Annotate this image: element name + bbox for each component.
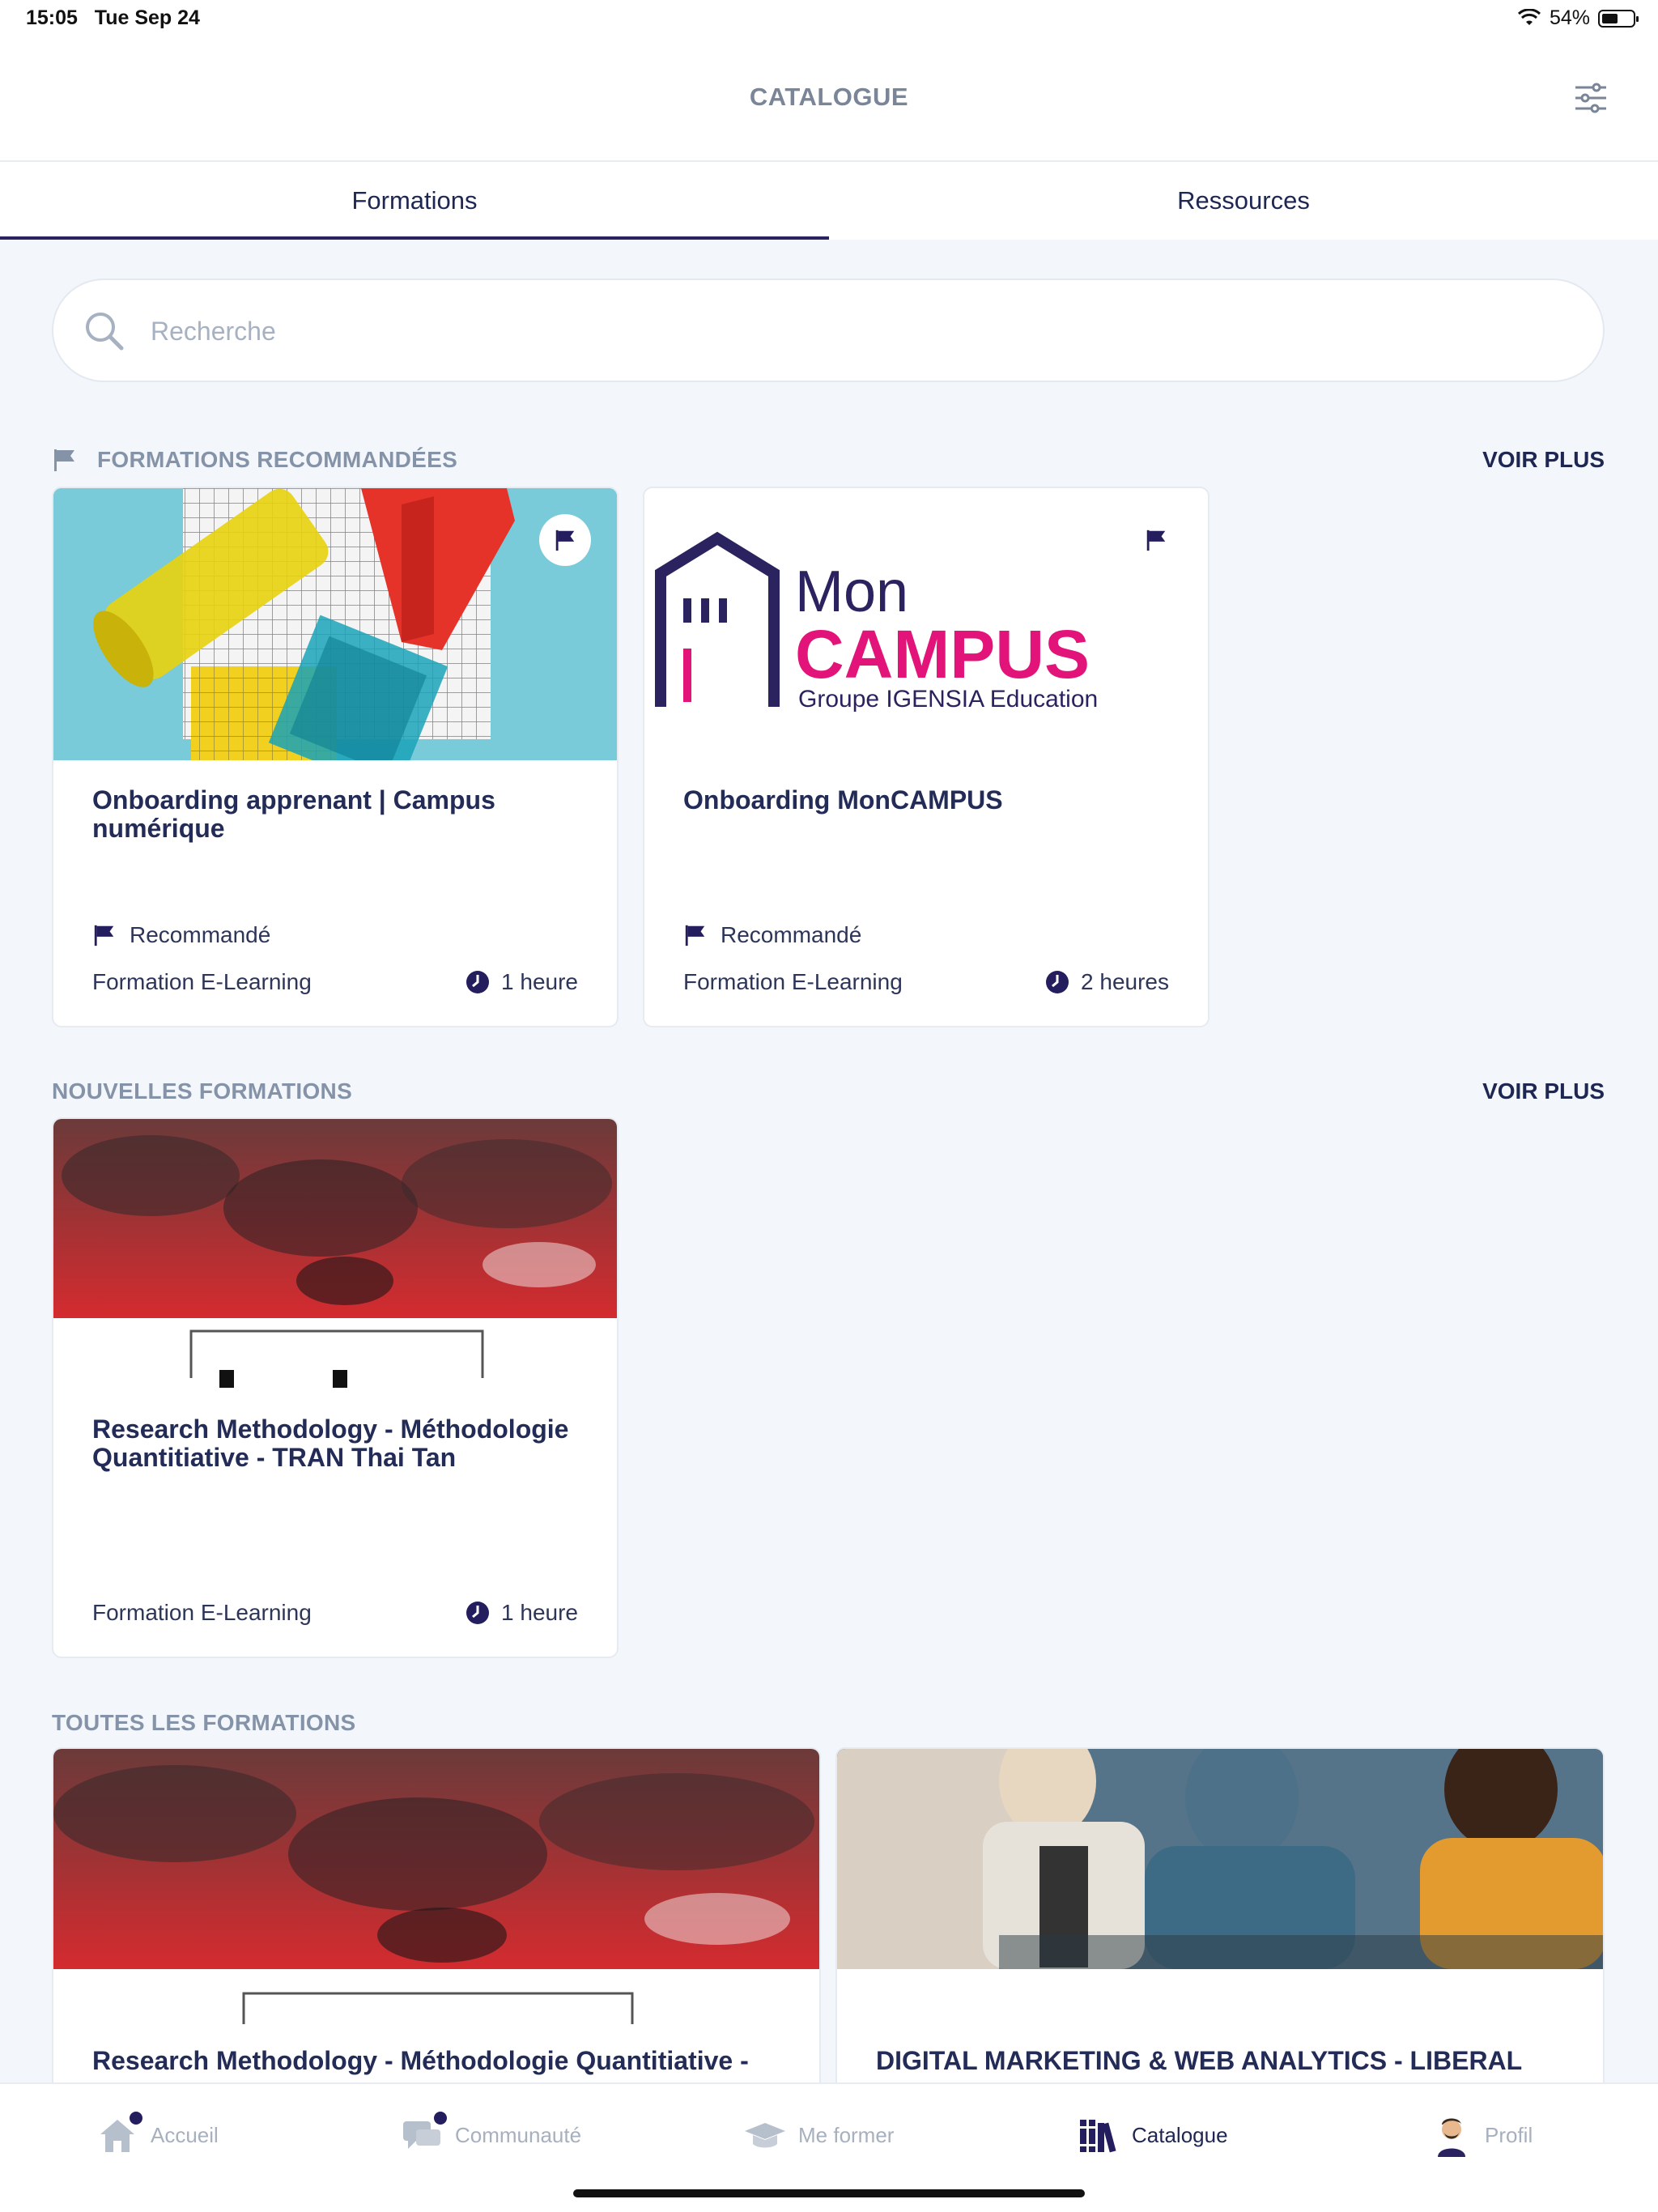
section-title: TOUTES LES FORMATIONS: [52, 1710, 356, 1735]
page-header: CATALOGUE: [0, 39, 1658, 162]
flag-icon: [1146, 530, 1166, 551]
clock-icon: [1046, 971, 1069, 993]
recommended-flag-button[interactable]: [539, 514, 591, 566]
tabbar-label: Communauté: [455, 2122, 582, 2147]
search-input[interactable]: [151, 304, 1527, 358]
section-recommended-header: FORMATIONS RECOMMANDÉES VOIR PLUS: [52, 444, 1605, 476]
course-type: Formation E-Learning: [683, 969, 903, 994]
course-card[interactable]: Onboarding apprenant | Campus numérique …: [52, 487, 619, 1027]
segment-tabs: Formations Ressources: [0, 162, 1658, 240]
course-title: Onboarding MonCAMPUS: [683, 785, 1003, 815]
tabbar-item-profil[interactable]: Profil: [1430, 2113, 1533, 2157]
tab-ressources[interactable]: Ressources: [829, 162, 1658, 240]
avatar-icon: [1430, 2113, 1473, 2157]
flag-icon: [54, 449, 74, 471]
course-title: DIGITAL MARKETING & WEB ANALYTICS - LIBE…: [876, 2047, 1522, 2075]
course-type: Formation E-Learning: [92, 969, 312, 994]
course-card[interactable]: Mon CAMPUS Groupe IGENSIA Education Onbo…: [643, 487, 1209, 1027]
clock-icon: [466, 971, 490, 993]
tabbar-item-me-former[interactable]: Me former: [743, 2113, 894, 2157]
graduation-cap-icon: [743, 2113, 787, 2157]
flag-icon: [555, 530, 575, 551]
course-type: Formation E-Learning: [92, 1600, 312, 1625]
section-title: NOUVELLES FORMATIONS: [52, 1078, 353, 1104]
section-new-header: NOUVELLES FORMATIONS VOIR PLUS: [52, 1075, 1605, 1108]
tabbar-label: Profil: [1485, 2122, 1533, 2147]
flag-icon: [94, 925, 114, 946]
voir-plus-link[interactable]: VOIR PLUS: [1482, 1078, 1605, 1104]
tabbar-label: Me former: [798, 2122, 895, 2147]
course-thumbnail: [53, 1749, 819, 2024]
logo-subtitle: Groupe IGENSIA Education: [798, 686, 1098, 713]
status-right: 54%: [1517, 6, 1639, 30]
page-title: CATALOGUE: [749, 83, 909, 111]
status-bar: 15:05 Tue Sep 24 54%: [0, 0, 1658, 39]
recommended-badge: Recommandé: [92, 922, 578, 948]
battery-icon: [1598, 9, 1639, 28]
chat-icon: [400, 2110, 449, 2157]
course-meta: Formation E-Learning 1 heure: [92, 1600, 578, 1626]
section-all-header: TOUTES LES FORMATIONS: [52, 1707, 1605, 1739]
tabbar-item-accueil[interactable]: Accueil: [96, 2110, 219, 2157]
badge-label: Recommandé: [721, 922, 862, 947]
tabbar-item-catalogue[interactable]: Catalogue: [1077, 2113, 1228, 2157]
voir-plus-link[interactable]: VOIR PLUS: [1482, 447, 1605, 473]
course-card[interactable]: Research Methodology - Méthodologie Quan…: [52, 1117, 619, 1658]
recommended-badge: Recommandé: [683, 922, 1169, 948]
course-meta: Formation E-Learning 1 heure: [92, 969, 578, 995]
course-title: Onboarding apprenant | Campus numérique: [92, 785, 495, 843]
recommended-flag-button[interactable]: [1130, 514, 1182, 566]
badge-label: Recommandé: [130, 922, 271, 947]
course-thumbnail: [53, 1119, 617, 1394]
tabbar-label: Accueil: [151, 2122, 219, 2147]
course-title: Research Methodology - Méthodologie Quan…: [92, 1414, 569, 1472]
notification-dot: [128, 2110, 144, 2126]
tab-formations[interactable]: Formations: [0, 162, 829, 240]
battery-percent: 54%: [1549, 6, 1590, 29]
course-duration: 1 heure: [501, 969, 578, 994]
section-title: FORMATIONS RECOMMANDÉES: [97, 447, 458, 472]
course-thumbnail: [53, 488, 617, 760]
moncampus-logo: Mon CAMPUS Groupe IGENSIA Education: [644, 488, 1208, 760]
sliders-icon[interactable]: [1572, 79, 1609, 117]
course-thumbnail: [837, 1749, 1603, 1969]
home-icon: [96, 2110, 144, 2157]
search-icon: [86, 313, 124, 351]
logo-mon: Mon: [795, 559, 908, 624]
search-bar: [52, 279, 1605, 382]
course-title: Research Methodology - Méthodologie Quan…: [92, 2047, 749, 2075]
home-indicator: [573, 2189, 1085, 2197]
course-meta: Formation E-Learning 2 heures: [683, 969, 1169, 995]
course-duration: 1 heure: [501, 1600, 578, 1625]
status-time: 15:05 Tue Sep 24: [26, 6, 200, 29]
tabbar-item-communaute[interactable]: Communauté: [400, 2110, 582, 2157]
books-icon: [1077, 2113, 1120, 2157]
wifi-icon: [1517, 8, 1541, 25]
logo-campus: CAMPUS: [795, 616, 1090, 692]
clock-icon: [466, 1602, 490, 1624]
course-duration: 2 heures: [1081, 969, 1169, 994]
flag-icon: [685, 925, 705, 946]
tabbar-label: Catalogue: [1132, 2122, 1228, 2147]
notification-dot: [432, 2110, 449, 2126]
